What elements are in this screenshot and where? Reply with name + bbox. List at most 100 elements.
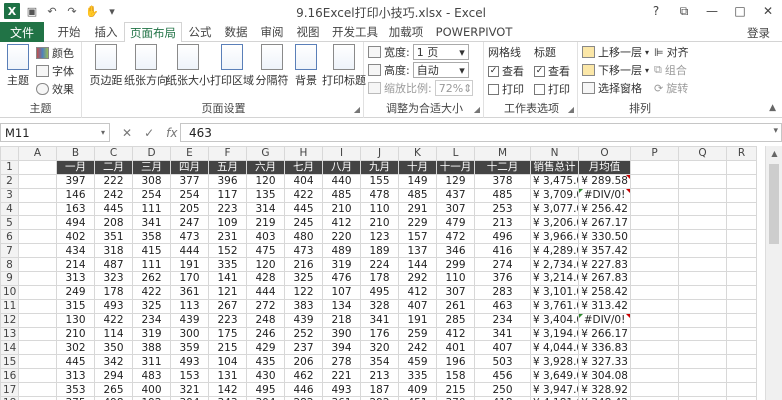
value-cell[interactable]: 219	[246, 215, 285, 231]
value-cell[interactable]: 439	[284, 312, 323, 328]
value-cell[interactable]: 254	[170, 187, 209, 203]
cell[interactable]	[726, 382, 757, 398]
value-cell[interactable]: 328	[360, 298, 399, 314]
header-cell[interactable]: 三月	[132, 159, 171, 175]
value-cell[interactable]: 439	[170, 312, 209, 328]
cell[interactable]	[18, 368, 57, 384]
value-cell[interactable]: 291	[398, 201, 437, 217]
value-cell[interactable]: 376	[474, 271, 531, 286]
value-cell[interactable]: 261	[436, 298, 475, 314]
value-cell[interactable]: 129	[436, 173, 475, 189]
average-cell[interactable]: ¥ 256.42	[578, 201, 631, 217]
value-cell[interactable]: 214	[56, 257, 95, 273]
page-setup-launcher-icon[interactable]: ◢	[354, 105, 360, 114]
total-cell[interactable]: ¥ 3,194.00	[530, 326, 579, 342]
size-button[interactable]: 纸张大小	[166, 44, 210, 88]
customize-qat-icon[interactable]: ▾	[104, 3, 120, 19]
vertical-scrollbar[interactable]: ▲	[765, 146, 782, 400]
value-cell[interactable]: 341	[360, 312, 399, 328]
cell[interactable]	[726, 354, 757, 370]
value-cell[interactable]: 113	[170, 298, 209, 314]
cell[interactable]	[18, 326, 57, 342]
total-cell[interactable]: ¥ 3,101.00	[530, 284, 579, 300]
cell[interactable]	[18, 271, 57, 286]
value-cell[interactable]: 462	[284, 368, 323, 384]
value-cell[interactable]: 359	[170, 340, 209, 356]
tab-insert[interactable]: 插入	[90, 22, 122, 42]
value-cell[interactable]: 422	[132, 284, 171, 300]
value-cell[interactable]: 176	[360, 326, 399, 342]
rotate-button[interactable]: ⟳ 旋转	[654, 80, 688, 96]
height-select[interactable]: 自动 ▾	[412, 62, 469, 78]
value-cell[interactable]: 478	[360, 187, 399, 203]
value-cell[interactable]: 120	[246, 173, 285, 189]
value-cell[interactable]: 110	[360, 201, 399, 217]
average-cell[interactable]: ¥ 327.33	[578, 354, 631, 370]
maximize-button[interactable]: □	[726, 0, 754, 22]
value-cell[interactable]: 229	[398, 215, 437, 231]
value-cell[interactable]: 313	[56, 271, 95, 286]
value-cell[interactable]: 445	[284, 201, 323, 217]
value-cell[interactable]: 325	[284, 271, 323, 286]
cell[interactable]	[726, 340, 757, 356]
row-header-7[interactable]: 7	[0, 243, 19, 259]
average-cell[interactable]: ¥ 289.58	[578, 173, 631, 189]
header-cell[interactable]: 四月	[170, 159, 209, 175]
value-cell[interactable]: 483	[132, 368, 171, 384]
header-cell[interactable]: 九月	[360, 159, 399, 175]
column-header-q[interactable]: Q	[678, 146, 727, 161]
total-cell[interactable]: ¥ 3,077.00	[530, 201, 579, 217]
header-cell[interactable]: 月均值	[578, 159, 631, 175]
cell[interactable]	[726, 271, 757, 286]
value-cell[interactable]: 353	[56, 382, 95, 398]
value-cell[interactable]: 444	[246, 284, 285, 300]
selection-pane-button[interactable]: 选择窗格	[582, 80, 642, 96]
headings-print-checkbox[interactable]: ✓打印	[534, 81, 570, 97]
value-cell[interactable]: 134	[322, 298, 361, 314]
value-cell[interactable]: 114	[94, 326, 133, 342]
value-cell[interactable]: 107	[322, 284, 361, 300]
value-cell[interactable]: 407	[398, 298, 437, 314]
value-cell[interactable]: 361	[322, 396, 361, 400]
send-backward-button[interactable]: 下移一层 ▾	[582, 62, 649, 78]
undo-icon[interactable]: ↶	[44, 3, 60, 19]
value-cell[interactable]: 294	[94, 368, 133, 384]
cell[interactable]	[726, 396, 757, 400]
value-cell[interactable]: 153	[170, 368, 209, 384]
value-cell[interactable]: 283	[474, 284, 531, 300]
column-header-h[interactable]: H	[284, 146, 323, 161]
value-cell[interactable]: 440	[322, 173, 361, 189]
header-cell[interactable]: 十月	[398, 159, 437, 175]
value-cell[interactable]: 351	[94, 229, 133, 245]
cell[interactable]	[630, 284, 679, 300]
value-cell[interactable]: 378	[474, 173, 531, 189]
value-cell[interactable]: 189	[360, 243, 399, 259]
value-cell[interactable]: 323	[94, 271, 133, 286]
value-cell[interactable]: 152	[208, 243, 247, 259]
value-cell[interactable]: 299	[436, 257, 475, 273]
value-cell[interactable]: 390	[322, 326, 361, 342]
value-cell[interactable]: 412	[436, 326, 475, 342]
column-header-b[interactable]: B	[56, 146, 95, 161]
tab-developer[interactable]: 开发工具	[330, 22, 380, 42]
value-cell[interactable]: 253	[474, 201, 531, 217]
header-cell[interactable]: 十一月	[436, 159, 475, 175]
value-cell[interactable]: 498	[94, 396, 133, 400]
value-cell[interactable]: 370	[436, 396, 475, 400]
header-cell[interactable]: 十二月	[474, 159, 531, 175]
cell[interactable]	[630, 312, 679, 328]
cell[interactable]	[678, 326, 727, 342]
total-cell[interactable]: ¥ 3,947.00	[530, 382, 579, 398]
cell[interactable]	[726, 298, 757, 314]
value-cell[interactable]: 401	[436, 340, 475, 356]
value-cell[interactable]: 343	[208, 396, 247, 400]
average-cell[interactable]: #DIV/0!	[578, 312, 631, 328]
value-cell[interactable]: 487	[94, 257, 133, 273]
value-cell[interactable]: 302	[56, 340, 95, 356]
value-cell[interactable]: 250	[474, 382, 531, 398]
average-cell[interactable]: ¥ 266.17	[578, 326, 631, 342]
column-header-j[interactable]: J	[360, 146, 399, 161]
headings-view-checkbox[interactable]: ✓ 查看	[534, 63, 570, 79]
help-icon[interactable]: ?	[642, 0, 670, 22]
average-cell[interactable]: ¥ 313.42	[578, 298, 631, 314]
